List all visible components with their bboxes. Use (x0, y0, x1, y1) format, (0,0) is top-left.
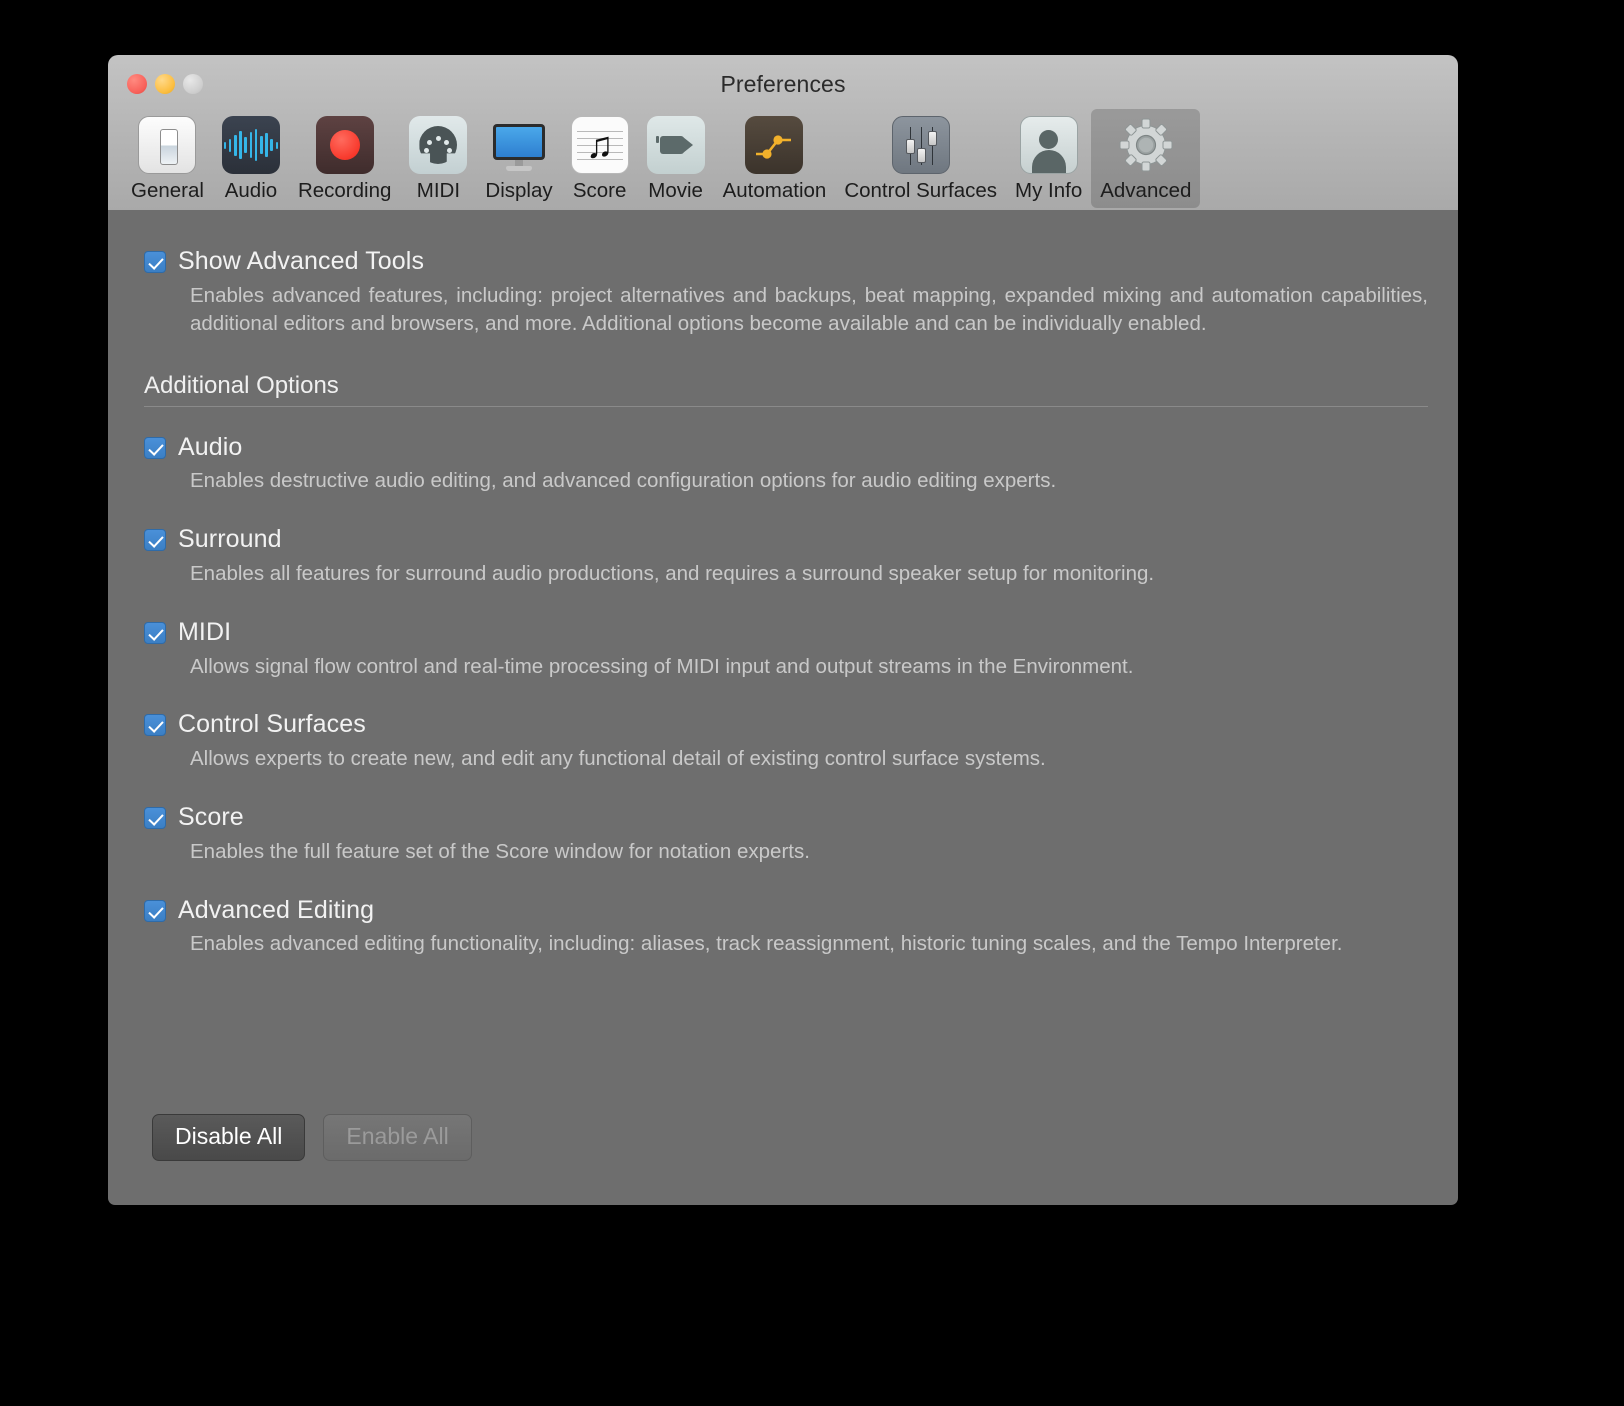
score-checkbox[interactable] (144, 807, 166, 829)
preferences-toolbar: General Audio Recording MIDI Display ♫ S… (108, 109, 1458, 211)
tab-label: My Info (1015, 179, 1083, 202)
option-label: MIDI (178, 617, 232, 646)
option-label: Control Surfaces (178, 710, 366, 739)
tab-my-info[interactable]: My Info (1006, 109, 1091, 208)
tab-display[interactable]: Display (476, 109, 561, 208)
enable-all-button: Enable All (323, 1114, 472, 1161)
option-description: Enables destructive audio editing, and a… (190, 469, 1057, 493)
audio-waveform-icon (221, 116, 280, 174)
option-label: Audio (178, 432, 243, 461)
general-icon (138, 116, 197, 174)
movie-camera-icon (646, 116, 705, 174)
score-note-icon: ♫ (570, 116, 629, 174)
gear-icon (1117, 116, 1175, 174)
tab-score[interactable]: ♫ Score (562, 109, 638, 208)
option-advanced-editing: Advanced Editing Enables advanced editin… (108, 896, 1458, 959)
show-advanced-tools-description: Enables advanced features, including: pr… (190, 283, 1428, 335)
tab-label: Recording (297, 179, 392, 202)
tab-label: MIDI (416, 179, 461, 202)
window-chrome: Preferences General Audio Recording MIDI… (108, 55, 1458, 211)
option-midi: MIDI Allows signal flow control and real… (108, 618, 1458, 681)
show-advanced-tools-option: Show Advanced Tools Enables advanced fea… (108, 247, 1458, 338)
surround-checkbox[interactable] (144, 529, 166, 552)
tab-label: Score (572, 179, 627, 202)
show-advanced-tools-checkbox[interactable] (144, 251, 166, 273)
tab-label: Display (485, 179, 553, 202)
option-audio: Audio Enables destructive audio editing,… (108, 433, 1458, 496)
option-description: Allows experts to create new, and edit a… (190, 747, 1046, 771)
tab-label: Advanced (1100, 179, 1192, 202)
display-monitor-icon (490, 116, 548, 174)
tab-label: Automation (722, 179, 827, 202)
option-description: Enables all features for surround audio … (190, 561, 1155, 585)
preferences-window: Preferences General Audio Recording MIDI… (108, 55, 1458, 1205)
tab-audio[interactable]: Audio (213, 109, 289, 208)
option-score: Score Enables the full feature set of th… (108, 803, 1458, 866)
tab-general[interactable]: General (122, 109, 213, 208)
midi-din-icon (409, 116, 468, 174)
window-title: Preferences (720, 71, 846, 97)
option-description: Allows signal flow control and real-time… (190, 654, 1134, 678)
option-label: Advanced Editing (178, 895, 375, 924)
tab-label: Audio (224, 179, 278, 202)
tab-movie[interactable]: Movie (638, 109, 714, 208)
midi-checkbox[interactable] (144, 621, 166, 644)
faders-icon (891, 116, 950, 174)
audio-checkbox[interactable] (144, 436, 166, 459)
tab-automation[interactable]: Automation (714, 109, 836, 208)
option-label: Surround (178, 525, 282, 554)
additional-options-heading: Additional Options (144, 371, 339, 399)
tab-advanced[interactable]: Advanced (1091, 109, 1201, 208)
automation-curve-icon (745, 116, 804, 174)
record-dot-icon (315, 116, 374, 174)
tab-label: General (131, 179, 204, 202)
tab-control-surfaces[interactable]: Control Surfaces (835, 109, 1006, 208)
person-avatar-icon (1019, 116, 1078, 174)
bulk-action-buttons: Disable All Enable All (152, 1114, 472, 1161)
section-divider (144, 405, 1428, 407)
tab-midi[interactable]: MIDI (400, 109, 476, 208)
tab-label: Control Surfaces (844, 179, 997, 202)
option-label: Score (178, 803, 244, 831)
tab-recording[interactable]: Recording (289, 109, 400, 208)
tab-label: Movie (648, 179, 703, 202)
disable-all-button[interactable]: Disable All (152, 1114, 306, 1161)
preferences-content: Show Advanced Tools Enables advanced fea… (108, 211, 1458, 1205)
option-description: Enables advanced editing functionality, … (190, 932, 1343, 956)
option-control-surfaces: Control Surfaces Allows experts to creat… (108, 710, 1458, 773)
option-description: Enables the full feature set of the Scor… (190, 839, 810, 863)
option-surround: Surround Enables all features for surrou… (108, 525, 1458, 588)
title-bar: Preferences (108, 55, 1458, 113)
show-advanced-tools-label: Show Advanced Tools (178, 247, 425, 275)
advanced-editing-checkbox[interactable] (144, 899, 166, 922)
control-surfaces-checkbox[interactable] (144, 714, 166, 737)
